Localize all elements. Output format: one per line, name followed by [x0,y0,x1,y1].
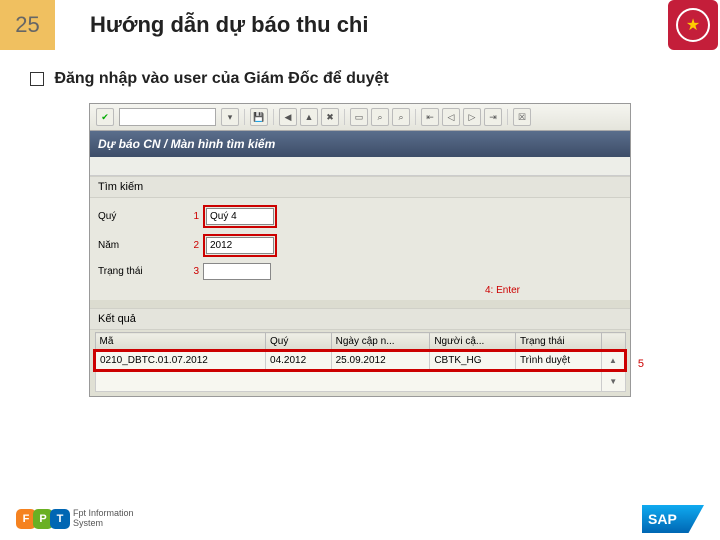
form-row-quy: Quý 1 Quý 4 [90,202,630,231]
callout-4-enter: 4: Enter [90,283,630,300]
callout-2: 2 [183,240,203,251]
col-nguoi[interactable]: Người cậ... [430,333,516,352]
slide-number: 25 [0,0,55,50]
page-title: Hướng dẫn dự báo thu chi [90,12,368,38]
slide-footer: F P T Fpt Information System SAP [0,498,720,540]
cell-trang: Trình duyệt [515,351,601,370]
section-gap [90,300,630,308]
up-icon[interactable]: ▲ [300,108,318,126]
col-ma[interactable]: Mã [95,333,266,352]
org-logo-badge: ★ [668,0,718,50]
save-icon[interactable]: 💾 [250,108,268,126]
sap-toolbar: ✔ ▾ 💾 ◀ ▲ ✖ ▭ ⌕ ⌕ ⇤ ◁ ▷ ⇥ ☒ [90,104,630,131]
callout-3: 3 [183,266,203,277]
highlight-box-2: 2012 [203,234,277,257]
cell-quy: 04.2012 [266,351,332,370]
find-icon[interactable]: ⌕ [371,108,389,126]
separator [344,109,345,125]
prev-page-icon[interactable]: ◁ [442,108,460,126]
input-trangthai[interactable] [203,263,271,280]
back-icon[interactable]: ◀ [279,108,297,126]
bullet-square-icon [30,72,44,86]
fpt-logo-text: Fpt Information System [73,509,134,529]
sap-window: ✔ ▾ 💾 ◀ ▲ ✖ ▭ ⌕ ⌕ ⇤ ◁ ▷ ⇥ ☒ Dự báo CN / … [89,103,631,397]
separator [244,109,245,125]
result-table: Mã Quý Ngày cập n... Người cậ... Trạng t… [94,332,626,392]
result-section-header: Kết quả [90,308,630,330]
scroll-down-icon[interactable]: ▼ [602,370,626,392]
scroll-up-icon[interactable]: ▲ [602,351,626,370]
callout-5: 5 [638,358,644,370]
fpt-logo: F P T Fpt Information System [16,509,134,529]
slide-header: 25 Hướng dẫn dự báo thu chi ★ [0,0,720,50]
instruction-line: Đăng nhập vào user của Giám Đốc để duyệt [30,70,720,88]
accept-icon[interactable]: ✔ [96,108,114,126]
sap-logo: SAP [642,505,704,533]
callout-1: 1 [183,211,203,222]
input-nam[interactable]: 2012 [206,237,274,254]
command-input[interactable] [119,108,216,126]
col-ngay[interactable]: Ngày cập n... [331,333,430,352]
result-table-wrap: Mã Quý Ngày cập n... Người cậ... Trạng t… [90,330,630,396]
instruction-text: Đăng nhập vào user của Giám Đốc để duyệt [54,70,388,87]
label-trangthai: Trạng thái [98,266,183,277]
search-section: Tìm kiếm Quý 1 Quý 4 Năm 2 2012 Trạng th… [90,176,630,300]
separator [273,109,274,125]
first-page-icon[interactable]: ⇤ [421,108,439,126]
cancel-icon[interactable]: ✖ [321,108,339,126]
form-row-trangthai: Trạng thái 3 [90,260,630,283]
find-next-icon[interactable]: ⌕ [392,108,410,126]
col-quy[interactable]: Quý [266,333,332,352]
star-icon: ★ [686,15,700,35]
separator [507,109,508,125]
table-header-row: Mã Quý Ngày cập n... Người cậ... Trạng t… [95,333,625,352]
title-bar: Hướng dẫn dự báo thu chi [60,0,668,50]
last-page-icon[interactable]: ⇥ [484,108,502,126]
sap-screen-title: Dự báo CN / Màn hình tìm kiếm [90,131,630,157]
cell-ma: 0210_DBTC.01.07.2012 [95,351,266,370]
table-row[interactable]: 0210_DBTC.01.07.2012 04.2012 25.09.2012 … [95,351,625,370]
separator [415,109,416,125]
fpt-logo-icon: F P T [16,509,67,529]
scroll-header [602,333,626,352]
highlight-box-1: Quý 4 [203,205,277,228]
search-section-header: Tìm kiếm [90,176,630,198]
result-section: Kết quả Mã Quý Ngày cập n... Người cậ...… [90,308,630,396]
table-row-empty: ▼ [95,370,625,392]
form-row-nam: Năm 2 2012 [90,231,630,260]
sap-app-toolbar [90,157,630,176]
dropdown-icon[interactable]: ▾ [221,108,239,126]
print-icon[interactable]: ▭ [350,108,368,126]
label-nam: Năm [98,240,183,251]
col-trang[interactable]: Trạng thái [515,333,601,352]
label-quy: Quý [98,211,183,222]
input-quy[interactable]: Quý 4 [206,208,274,225]
cell-ngay: 25.09.2012 [331,351,430,370]
close-window-icon[interactable]: ☒ [513,108,531,126]
fpt-letter-t: T [50,509,70,529]
next-page-icon[interactable]: ▷ [463,108,481,126]
cell-nguoi: CBTK_HG [430,351,516,370]
